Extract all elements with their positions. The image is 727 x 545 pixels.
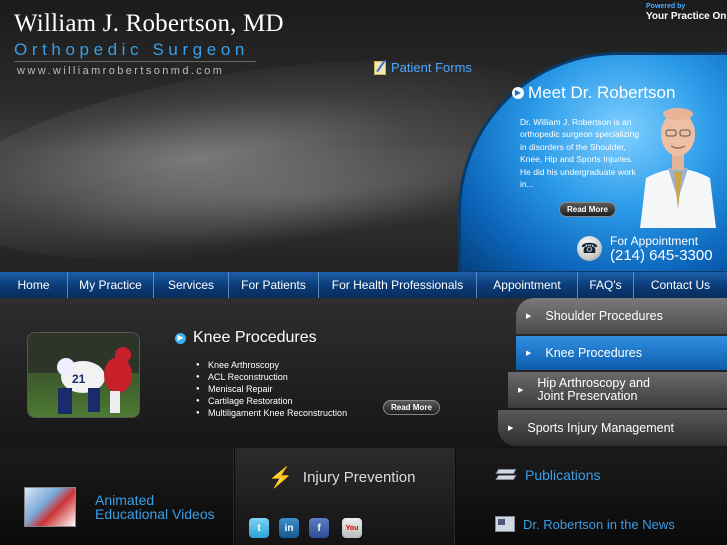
- linkedin-icon[interactable]: in: [279, 518, 299, 538]
- phone-icon: ☎: [577, 236, 602, 261]
- proc-shoulder-label: Shoulder Procedures: [545, 309, 663, 323]
- main-nav: Home My Practice Services For Patients F…: [0, 272, 727, 298]
- powered-by-label: Powered by: [646, 3, 686, 10]
- proc-sports-injury[interactable]: ▶ Sports Injury Management: [498, 410, 727, 446]
- nav-for-health-professionals[interactable]: For Health Professionals: [319, 272, 477, 298]
- runner-icon: ⚡: [268, 467, 293, 489]
- circle-arrow-icon: ▶: [512, 87, 524, 99]
- logo-name[interactable]: William J. Robertson, MD: [14, 10, 284, 38]
- triangle-right-icon: ▶: [526, 313, 532, 320]
- logo-divider: [14, 61, 256, 62]
- triangle-right-icon: ▶: [508, 425, 514, 432]
- nav-home[interactable]: Home: [0, 272, 68, 298]
- appointment-label: For Appointment: [610, 234, 699, 248]
- triangle-right-icon: ▶: [526, 350, 532, 357]
- knee-heading-label: Knee Procedures: [193, 329, 317, 346]
- publications-link[interactable]: Publications: [495, 467, 601, 483]
- patient-forms-label: Patient Forms: [391, 60, 472, 75]
- patient-forms-link[interactable]: Patient Forms: [374, 60, 472, 75]
- in-the-news-link[interactable]: Dr. Robertson in the News: [495, 516, 675, 532]
- proc-sports-label: Sports Injury Management: [527, 421, 674, 435]
- nav-services[interactable]: Services: [154, 272, 229, 298]
- injury-prevention-label: Injury Prevention: [302, 469, 416, 486]
- pencil-paper-icon: [374, 60, 386, 75]
- proc-knee[interactable]: ▶ Knee Procedures: [516, 336, 727, 370]
- svg-text:21: 21: [72, 372, 86, 386]
- proc-hip-line1: Hip Arthroscopy and: [537, 376, 650, 390]
- animated-video-thumbnail[interactable]: [24, 487, 76, 527]
- proc-hip-line2: Joint Preservation: [537, 389, 638, 403]
- nav-for-patients[interactable]: For Patients: [229, 272, 319, 298]
- circle-arrow-icon: ▶: [175, 332, 186, 344]
- knee-procedures-list: Knee Arthroscopy ACL Reconstruction Meni…: [196, 359, 347, 419]
- proc-hip[interactable]: ▶ Hip Arthroscopy and Joint Preservation: [508, 372, 727, 408]
- meet-read-more-button[interactable]: Read More: [559, 202, 616, 217]
- triangle-right-icon: ▶: [518, 386, 524, 394]
- nav-faqs[interactable]: FAQ's: [578, 272, 634, 298]
- animated-line2: Educational Videos: [95, 506, 215, 522]
- publications-label: Publications: [525, 467, 601, 483]
- newspaper-icon: [495, 516, 515, 532]
- list-item: Multiligament Knee Reconstruction: [196, 407, 347, 419]
- animated-videos-link[interactable]: Animated Educational Videos: [95, 493, 215, 521]
- meet-doctor-bio: Dr. William J. Robertson is an orthopedi…: [520, 117, 640, 190]
- nav-contact-us[interactable]: Contact Us: [634, 272, 727, 298]
- doctor-portrait: [640, 108, 716, 228]
- powered-brand-text: Your Practice Online: [646, 11, 727, 22]
- list-item: Knee Arthroscopy: [196, 359, 347, 371]
- football-photo-art: 21: [28, 333, 139, 414]
- list-item: Cartilage Restoration: [196, 395, 347, 407]
- knee-procedures-heading[interactable]: ▶ Knee Procedures: [175, 329, 317, 347]
- proc-shoulder[interactable]: ▶ Shoulder Procedures: [516, 298, 727, 334]
- twitter-icon[interactable]: t: [249, 518, 269, 538]
- procedures-menu: ▶ Shoulder Procedures ▶ Knee Procedures …: [498, 298, 727, 448]
- in-the-news-label: Dr. Robertson in the News: [523, 516, 675, 532]
- books-icon: [495, 467, 517, 483]
- list-item: ACL Reconstruction: [196, 371, 347, 383]
- knee-read-more-button[interactable]: Read More: [383, 400, 440, 415]
- proc-hip-label: Hip Arthroscopy and Joint Preservation: [537, 377, 650, 403]
- injury-prevention-link[interactable]: ⚡ Injury Prevention: [268, 465, 415, 490]
- nav-my-practice[interactable]: My Practice: [68, 272, 154, 298]
- youtube-icon[interactable]: You: [342, 518, 362, 538]
- facebook-icon[interactable]: f: [309, 518, 329, 538]
- powered-brand-link[interactable]: Your Practice Online: [646, 11, 727, 22]
- list-item: Meniscal Repair: [196, 383, 347, 395]
- logo-title: Orthopedic Surgeon: [14, 40, 249, 59]
- logo-url: www.williamrobertsonmd.com: [17, 65, 225, 77]
- football-tackle-photo: 21: [27, 332, 140, 418]
- proc-knee-label: Knee Procedures: [545, 346, 642, 360]
- nav-appointment[interactable]: Appointment: [477, 272, 578, 298]
- appointment-phone[interactable]: (214) 645-3300: [610, 247, 713, 264]
